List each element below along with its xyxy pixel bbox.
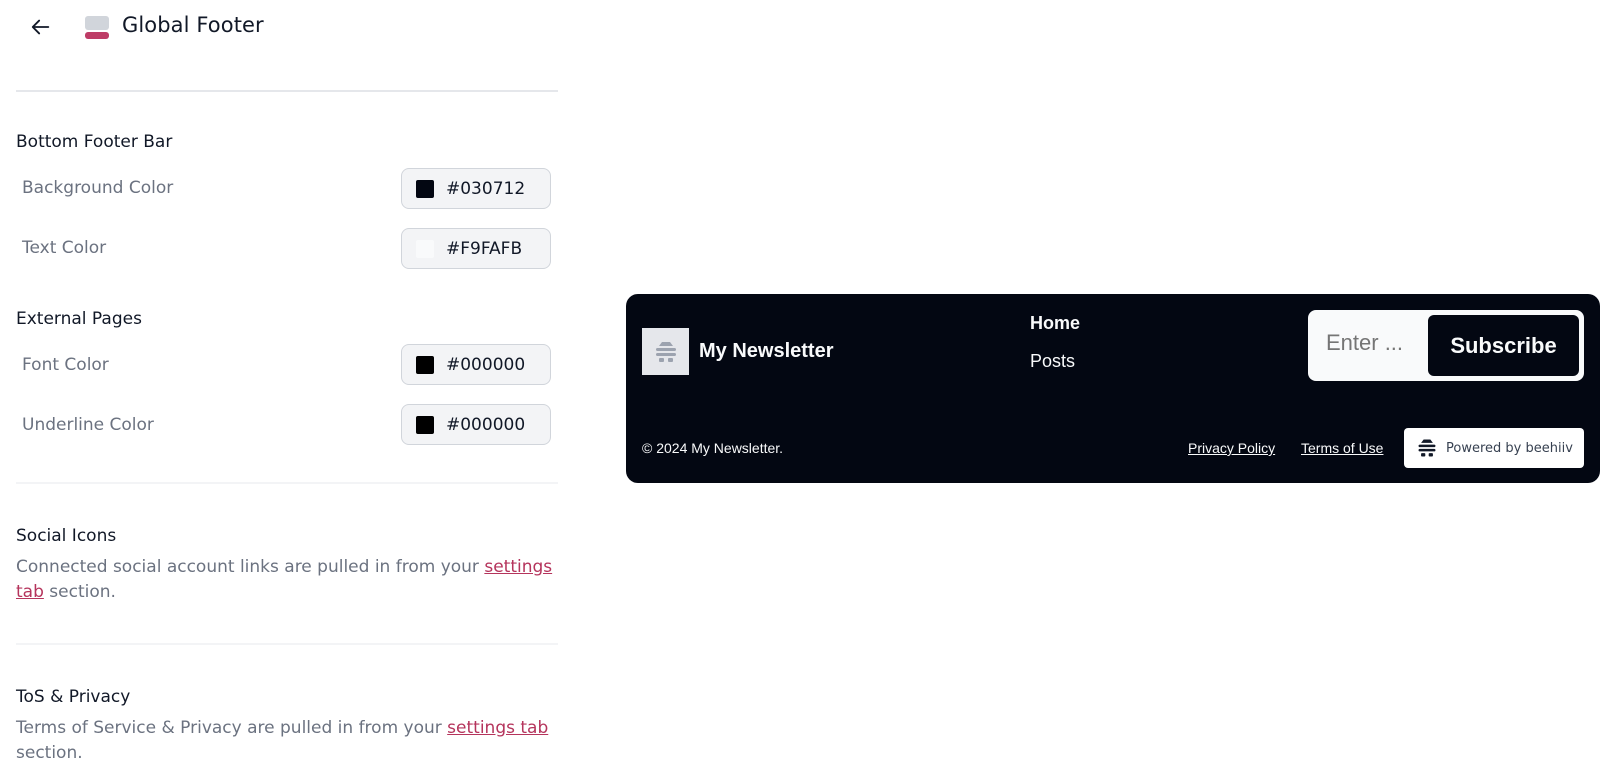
- footer-layout-icon: [85, 16, 109, 39]
- color-hex-value: #000000: [446, 414, 526, 435]
- terms-of-use-link[interactable]: Terms of Use: [1301, 440, 1383, 456]
- powered-by-text: Powered by beehiiv: [1446, 440, 1573, 456]
- section-divider: [16, 643, 558, 645]
- external-pages-title: External Pages: [16, 309, 142, 329]
- page-title: Global Footer: [122, 13, 264, 37]
- back-button[interactable]: [26, 12, 56, 42]
- header-divider: [16, 90, 558, 92]
- footer-preview: My Newsletter Home Posts Subscribe © 202…: [626, 294, 1600, 483]
- nav-link-home[interactable]: Home: [1030, 313, 1080, 334]
- color-hex-value: #000000: [446, 354, 526, 375]
- subscribe-button[interactable]: Subscribe: [1428, 315, 1579, 376]
- social-icons-description: Connected social account links are pulle…: [16, 555, 561, 605]
- text-color-input[interactable]: #F9FAFB: [401, 228, 551, 269]
- color-swatch: [416, 179, 434, 198]
- description-text: section.: [16, 743, 83, 763]
- description-text: Connected social account links are pulle…: [16, 557, 485, 577]
- section-divider: [16, 482, 558, 484]
- tos-privacy-description: Terms of Service & Privacy are pulled in…: [16, 716, 561, 766]
- arrow-left-icon: [31, 19, 50, 35]
- font-color-label: Font Color: [22, 355, 109, 375]
- description-text: section.: [43, 582, 116, 602]
- email-input[interactable]: [1326, 330, 1426, 356]
- beehive-icon: [655, 341, 676, 362]
- font-color-input[interactable]: #000000: [401, 344, 551, 385]
- color-hex-value: #030712: [446, 178, 526, 199]
- underline-color-input[interactable]: #000000: [401, 404, 551, 445]
- settings-tab-link[interactable]: settings tab: [447, 718, 548, 738]
- newsletter-name: My Newsletter: [699, 340, 834, 362]
- underline-color-label: Underline Color: [22, 415, 154, 435]
- panel-header: Global Footer: [0, 0, 560, 56]
- nav-link-posts[interactable]: Posts: [1030, 351, 1075, 372]
- color-swatch: [416, 239, 434, 258]
- powered-by-badge[interactable]: Powered by beehiiv: [1404, 428, 1584, 468]
- color-hex-value: #F9FAFB: [446, 238, 523, 259]
- newsletter-logo: [642, 328, 689, 375]
- text-color-label: Text Color: [22, 238, 107, 258]
- background-color-label: Background Color: [22, 178, 174, 198]
- background-color-input[interactable]: #030712: [401, 168, 551, 209]
- social-icons-title: Social Icons: [16, 526, 117, 546]
- color-swatch: [416, 355, 434, 374]
- description-text: Terms of Service & Privacy are pulled in…: [16, 718, 448, 738]
- copyright-text: © 2024 My Newsletter.: [642, 440, 784, 456]
- color-swatch: [416, 415, 434, 434]
- subscribe-form: Subscribe: [1308, 310, 1584, 381]
- beehive-icon: [1418, 439, 1436, 457]
- bottom-footer-bar-title: Bottom Footer Bar: [16, 132, 173, 152]
- privacy-policy-link[interactable]: Privacy Policy: [1188, 440, 1275, 456]
- tos-privacy-title: ToS & Privacy: [16, 687, 131, 707]
- settings-panel: Global Footer Bottom Footer Bar Backgrou…: [0, 0, 560, 778]
